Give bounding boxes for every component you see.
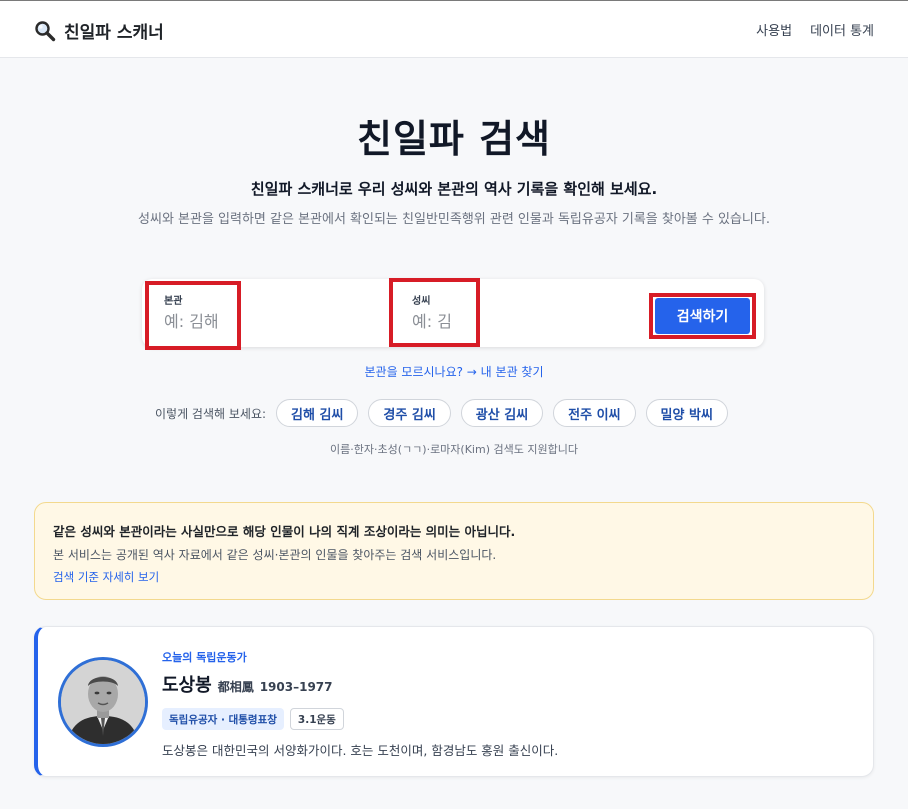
example-chip[interactable]: 밀양 박씨 xyxy=(645,399,728,427)
bongwan-label: 본관 xyxy=(164,296,183,307)
example-searches: 이렇게 검색해 보세요: 김해 김씨 경주 김씨 광산 김씨 전주 이씨 밀양 … xyxy=(155,399,728,427)
seongssi-input[interactable] xyxy=(412,309,572,333)
site-header: 친일파 스캐너 사용법 데이터 통계 xyxy=(0,1,908,58)
notice-title: 같은 성씨와 본관이라는 사실만으로 해당 인물이 나의 직계 조상이라는 의미… xyxy=(53,524,516,539)
featured-kicker: 오늘의 독립운동가 xyxy=(162,651,247,664)
search-criteria-link[interactable]: 검색 기준 자세히 보기 xyxy=(53,569,159,585)
bongwan-input[interactable] xyxy=(164,309,324,333)
page-title: 친일파 검색 xyxy=(356,117,552,161)
featured-years: 1903–1977 xyxy=(259,680,333,694)
featured-activist-card[interactable]: 오늘의 독립운동가 도상봉 都相鳳 1903–1977 독립유공자 · 대통령표… xyxy=(34,626,874,777)
featured-badges: 독립유공자 · 대통령표창 3.1운동 xyxy=(162,708,344,730)
page-description: 성씨와 본관을 입력하면 같은 본관에서 확인되는 친일반민족행위 관련 인물과… xyxy=(138,212,770,227)
example-chip[interactable]: 광산 김씨 xyxy=(460,399,544,427)
find-my-bongwan-link[interactable]: 본관을 모르시나요? → 내 본관 찾기 xyxy=(0,363,908,380)
brand-name: 친일파 스캐너 xyxy=(64,23,164,43)
magnifier-icon xyxy=(34,20,56,42)
featured-hanja: 都相鳳 xyxy=(217,680,254,694)
avatar xyxy=(58,657,148,747)
example-chip[interactable]: 경주 김씨 xyxy=(368,399,451,427)
movement-badge: 3.1운동 xyxy=(289,708,344,730)
nav-how-to-use[interactable]: 사용법 xyxy=(756,20,792,39)
brand[interactable]: 친일파 스캐너 xyxy=(34,18,164,43)
example-chip[interactable]: 김해 김씨 xyxy=(276,399,359,427)
merit-badge: 독립유공자 · 대통령표창 xyxy=(162,708,284,730)
search-button[interactable]: 검색하기 xyxy=(655,298,750,334)
featured-description: 도상봉은 대한민국의 서양화가이다. 호는 도천이며, 함경남도 홍원 출신이다… xyxy=(162,743,559,758)
nav-data-stats[interactable]: 데이터 통계 xyxy=(810,20,874,39)
examples-label: 이렇게 검색해 보세요: xyxy=(155,406,267,421)
featured-name-row: 도상봉 都相鳳 1903–1977 xyxy=(162,671,333,697)
disclaimer-notice: 같은 성씨와 본관이라는 사실만으로 해당 인물이 나의 직계 조상이라는 의미… xyxy=(34,502,874,600)
seongssi-label: 성씨 xyxy=(412,296,431,307)
page-subtitle: 친일파 스캐너로 우리 성씨와 본관의 역사 기록을 확인해 보세요. xyxy=(250,180,658,198)
top-nav: 사용법 데이터 통계 xyxy=(756,20,874,39)
example-chip[interactable]: 전주 이씨 xyxy=(553,399,636,427)
featured-name: 도상봉 xyxy=(162,675,212,696)
search-support-note: 이름·한자·초성(ㄱㄱ)·로마자(Kim) 검색도 지원합니다 xyxy=(330,443,578,456)
bongwan-field: 본관 xyxy=(142,279,382,347)
notice-body: 본 서비스는 공개된 역사 자료에서 같은 성씨·본관의 인물을 찾아주는 검색… xyxy=(53,548,497,562)
seongssi-field: 성씨 xyxy=(390,279,630,347)
